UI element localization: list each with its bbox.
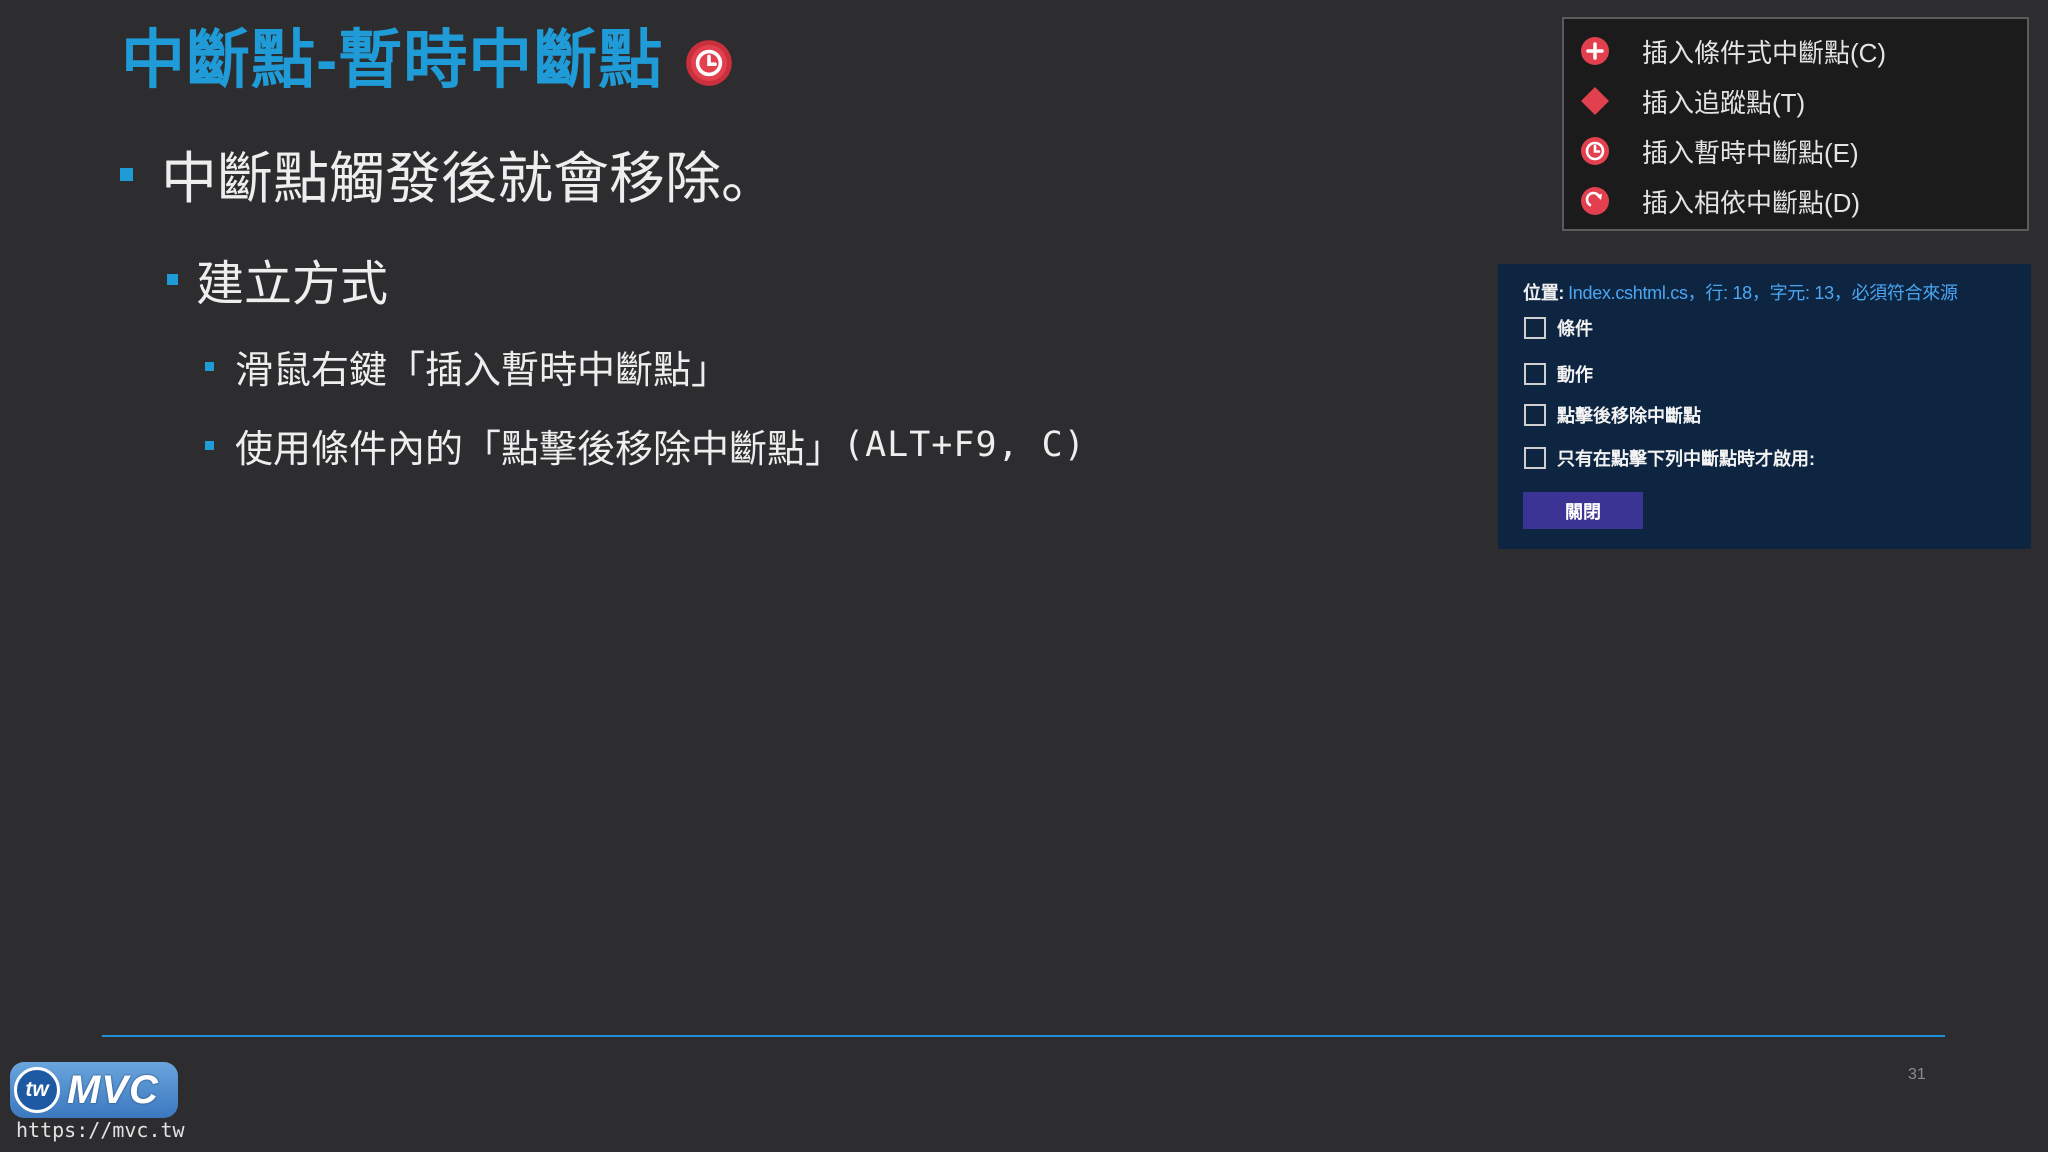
conditions-checkbox[interactable]	[1524, 317, 1546, 339]
bullet-marker	[205, 440, 214, 450]
breakpoint-settings-panel: 位置: Index.cshtml.cs，行: 18，字元: 13，必須符合來源 條…	[1498, 264, 2031, 549]
bullet-marker	[205, 361, 214, 371]
slide-title: 中斷點-暫時中斷點	[121, 20, 733, 100]
bullet-text: 使用條件內的「點擊後移除中斷點」	[235, 428, 844, 471]
option-label: 條件	[1557, 319, 1593, 339]
logo-badge: tw	[14, 1067, 60, 1113]
option-label: 只有在點擊下列中斷點時才啟用:	[1557, 449, 1815, 469]
breakpoint-location: 位置: Index.cshtml.cs，行: 18，字元: 13，必須符合來源	[1523, 278, 1958, 308]
logo-text: MVC	[67, 1067, 159, 1112]
bullet-marker	[120, 167, 133, 181]
close-button[interactable]: 關閉	[1523, 492, 1643, 529]
temporary-breakpoint-icon	[1579, 135, 1611, 167]
bullet-level2: 建立方式	[167, 249, 388, 311]
option-remove-once-hit[interactable]: 點擊後移除中斷點	[1524, 400, 1701, 430]
site-url: https://mvc.tw	[16, 1118, 185, 1142]
footer-divider	[102, 1035, 1945, 1037]
menu-item-label: 插入相依中斷點(D)	[1642, 187, 1861, 218]
option-label: 動作	[1557, 365, 1593, 385]
breakpoint-context-menu: 插入條件式中斷點(C) 插入追蹤點(T) 插入暫時中斷點(E) 插入相依中斷點(…	[1562, 17, 2029, 231]
page-number: 31	[1908, 1066, 1926, 1083]
bullet-text: 中斷點觸發後就會移除。	[161, 146, 777, 210]
conditional-breakpoint-icon	[1579, 35, 1611, 67]
bullet-marker	[167, 273, 178, 285]
location-link[interactable]: Index.cshtml.cs，行: 18，字元: 13，必須符合來源	[1568, 283, 1958, 303]
menu-item-label: 插入條件式中斷點(C)	[1642, 37, 1887, 68]
bullet-level1: 中斷點觸發後就會移除。	[120, 139, 777, 210]
tracepoint-icon	[1579, 85, 1611, 117]
actions-checkbox[interactable]	[1524, 363, 1546, 385]
option-conditions[interactable]: 條件	[1524, 313, 1593, 343]
slide: 中斷點-暫時中斷點 中斷點觸發後就會移除。 建立方式 滑鼠右鍵「插入暫時中斷點」…	[0, 0, 2048, 1152]
menu-item-insert-temporary-breakpoint[interactable]: 插入暫時中斷點(E)	[1564, 126, 2027, 176]
keyboard-shortcut: (ALT+F9, C)	[843, 425, 1086, 465]
bullet-level3: 使用條件內的「點擊後移除中斷點」 (ALT+F9, C)	[205, 420, 1086, 471]
bullet-text: 建立方式	[196, 258, 389, 311]
menu-item-label: 插入追蹤點(T)	[1642, 87, 1806, 118]
menu-item-insert-conditional-breakpoint[interactable]: 插入條件式中斷點(C)	[1564, 26, 2027, 76]
menu-item-insert-dependent-breakpoint[interactable]: 插入相依中斷點(D)	[1564, 176, 2027, 226]
title-text: 中斷點-暫時中斷點	[121, 24, 664, 96]
bullet-text: 滑鼠右鍵「插入暫時中斷點」	[235, 349, 730, 392]
bullet-level3: 滑鼠右鍵「插入暫時中斷點」	[205, 341, 730, 392]
option-label: 點擊後移除中斷點	[1557, 406, 1701, 426]
menu-item-label: 插入暫時中斷點(E)	[1642, 137, 1859, 168]
option-actions[interactable]: 動作	[1524, 359, 1593, 389]
enable-when-hit-checkbox[interactable]	[1524, 447, 1546, 469]
mvc-logo: tw MVC	[10, 1062, 178, 1118]
location-label: 位置:	[1523, 283, 1565, 303]
menu-item-insert-tracepoint[interactable]: 插入追蹤點(T)	[1564, 76, 2027, 126]
dependent-breakpoint-icon	[1579, 185, 1611, 217]
temporary-breakpoint-icon	[685, 39, 733, 87]
option-enable-when-hit[interactable]: 只有在點擊下列中斷點時才啟用:	[1524, 443, 1815, 473]
remove-once-hit-checkbox[interactable]	[1524, 404, 1546, 426]
